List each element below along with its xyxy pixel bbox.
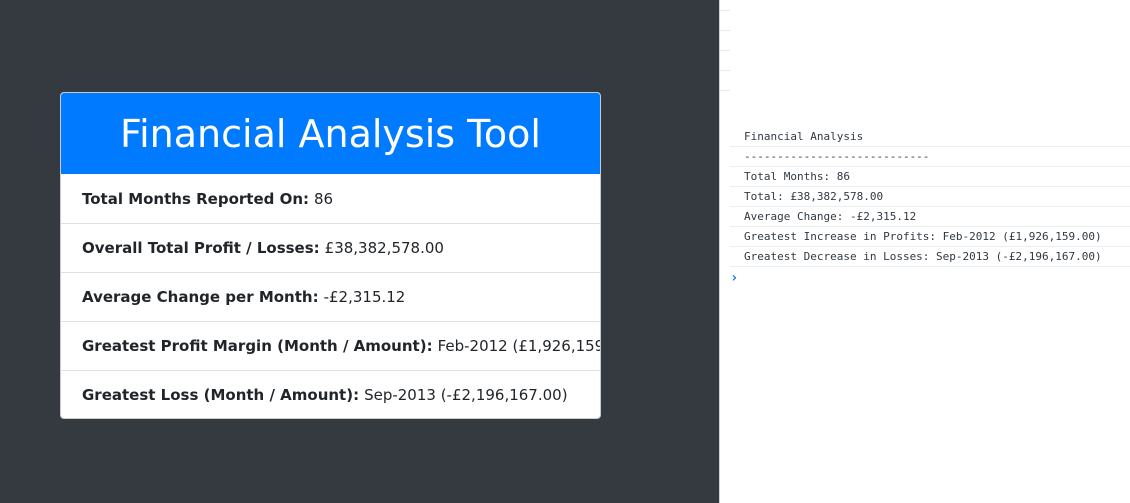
gutter-line bbox=[720, 90, 730, 91]
gutter-line bbox=[720, 50, 730, 51]
console-line: Greatest Increase in Profits: Feb-2012 (… bbox=[730, 227, 1130, 247]
list-item-total-profit: Overall Total Profit / Losses: £38,382,5… bbox=[61, 223, 600, 272]
list-item-total-months: Total Months Reported On: 86 bbox=[61, 174, 600, 223]
console-line: Average Change: -£2,315.12 bbox=[730, 207, 1130, 227]
row-label: Greatest Profit Margin (Month / Amount): bbox=[82, 337, 433, 355]
console-line: ---------------------------- bbox=[730, 147, 1130, 167]
row-label: Overall Total Profit / Losses: bbox=[82, 239, 320, 257]
results-list: Total Months Reported On: 86 Overall Tot… bbox=[61, 174, 600, 418]
list-item-average-change: Average Change per Month: -£2,315.12 bbox=[61, 272, 600, 321]
console-line: Total Months: 86 bbox=[730, 167, 1130, 187]
gutter-line bbox=[720, 70, 730, 71]
console-line: Greatest Decrease in Losses: Sep-2013 (-… bbox=[730, 247, 1130, 267]
row-label: Greatest Loss (Month / Amount): bbox=[82, 386, 360, 404]
row-value: £38,382,578.00 bbox=[324, 239, 444, 257]
console-line: Financial Analysis bbox=[730, 127, 1130, 147]
list-item-greatest-profit: Greatest Profit Margin (Month / Amount):… bbox=[61, 321, 600, 370]
chevron-right-icon[interactable]: › bbox=[730, 270, 738, 286]
row-value: Feb-2012 (£1,926,159.00) bbox=[437, 337, 601, 355]
row-value: Sep-2013 (-£2,196,167.00) bbox=[364, 386, 568, 404]
screen: Financial Analysis Tool Total Months Rep… bbox=[0, 0, 1130, 503]
row-value: -£2,315.12 bbox=[323, 288, 406, 306]
console-line: Total: £38,382,578.00 bbox=[730, 187, 1130, 207]
row-label: Total Months Reported On: bbox=[82, 189, 310, 208]
gutter-line bbox=[720, 30, 730, 31]
row-label: Average Change per Month: bbox=[82, 288, 319, 306]
devtools-console: Financial Analysis ---------------------… bbox=[720, 0, 1130, 503]
card-title: Financial Analysis Tool bbox=[61, 93, 600, 174]
list-item-greatest-loss: Greatest Loss (Month / Amount): Sep-2013… bbox=[61, 370, 600, 418]
financial-analysis-card: Financial Analysis Tool Total Months Rep… bbox=[60, 92, 601, 419]
gutter-line bbox=[720, 10, 730, 11]
console-output: Financial Analysis ---------------------… bbox=[730, 127, 1130, 267]
row-value: 86 bbox=[314, 189, 334, 208]
page-viewport: Financial Analysis Tool Total Months Rep… bbox=[0, 0, 719, 503]
